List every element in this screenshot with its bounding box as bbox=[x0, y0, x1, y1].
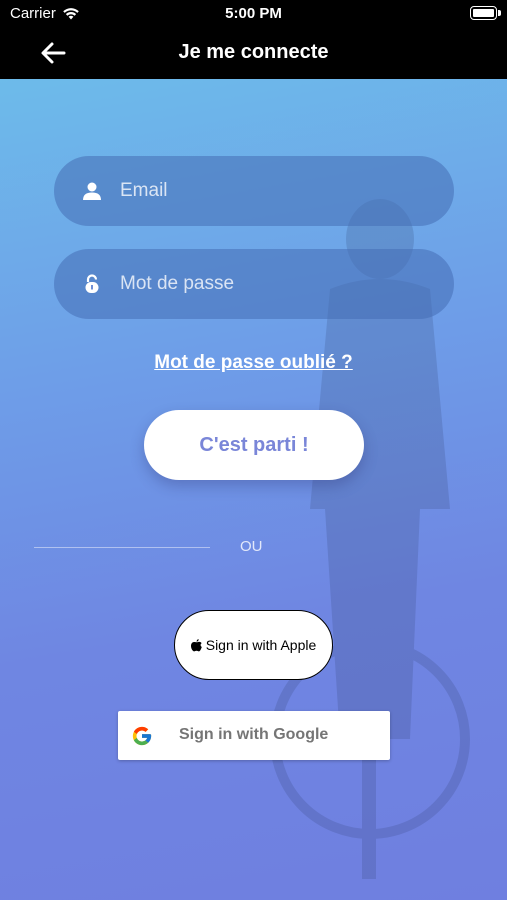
login-screen: Mot de passe oublié ? C'est parti ! OU S… bbox=[0, 79, 507, 900]
email-field[interactable] bbox=[54, 156, 454, 226]
or-label: OU bbox=[240, 538, 263, 555]
navigation-bar: Je me connecte bbox=[0, 28, 507, 79]
divider-line bbox=[34, 547, 210, 548]
page-title: Je me connecte bbox=[178, 41, 329, 63]
status-time: 5:00 PM bbox=[225, 5, 282, 22]
forgot-password-link[interactable]: Mot de passe oublié ? bbox=[154, 352, 352, 373]
apple-button-label: Sign in with Apple bbox=[205, 637, 317, 653]
password-field[interactable] bbox=[54, 249, 454, 319]
lock-icon bbox=[85, 274, 99, 293]
battery-icon bbox=[470, 6, 501, 20]
google-button-label: Sign in with Google bbox=[179, 726, 329, 743]
forgot-password-row: Mot de passe oublié ? bbox=[0, 352, 507, 374]
sign-in-with-google-button[interactable]: Sign in with Google bbox=[118, 711, 390, 760]
apple-logo-icon bbox=[190, 638, 202, 651]
password-input[interactable] bbox=[120, 249, 430, 319]
submit-button[interactable]: C'est parti ! bbox=[144, 410, 364, 480]
google-logo-icon bbox=[132, 726, 152, 746]
sign-in-with-apple-button[interactable]: Sign in with Apple bbox=[174, 610, 333, 680]
user-icon bbox=[83, 182, 101, 200]
status-bar: Carrier 5:00 PM bbox=[0, 0, 507, 28]
email-input[interactable] bbox=[120, 156, 430, 226]
